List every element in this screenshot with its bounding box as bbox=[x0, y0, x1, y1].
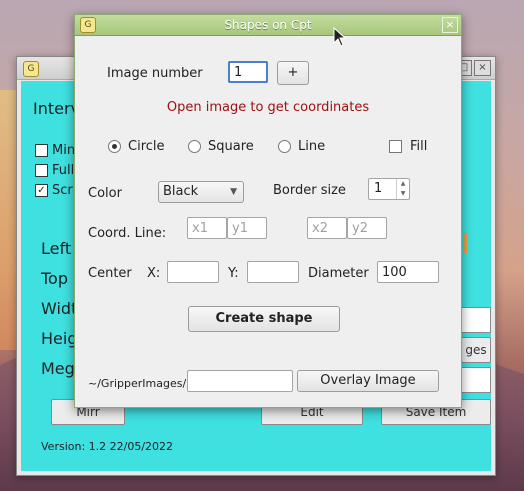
dialog-title: Shapes on Cpt bbox=[224, 18, 312, 32]
version-text: Version: 1.2 22/05/2022 bbox=[41, 440, 174, 453]
y2-input[interactable]: y2 bbox=[347, 217, 387, 239]
overlay-filename-input[interactable] bbox=[187, 370, 293, 392]
coord-line-label: Coord. Line: bbox=[88, 226, 167, 241]
diameter-input[interactable]: 100 bbox=[377, 261, 439, 283]
top-label: Top bbox=[41, 269, 68, 288]
dialog-titlebar[interactable]: G Shapes on Cpt × bbox=[75, 15, 461, 36]
images-button[interactable]: ges bbox=[461, 337, 491, 363]
center-x-label: X: bbox=[147, 266, 161, 281]
orange-marker bbox=[463, 233, 467, 253]
status-message: Open image to get coordinates bbox=[166, 100, 370, 115]
color-select[interactable]: Black ▼ bbox=[158, 181, 244, 203]
spinner-arrows-icon[interactable]: ▲ ▼ bbox=[396, 179, 409, 199]
width-label: Widt bbox=[41, 299, 78, 318]
line-radio[interactable]: Line bbox=[278, 139, 325, 154]
full-checkbox[interactable]: Full bbox=[35, 163, 74, 178]
center-y-label: Y: bbox=[228, 266, 239, 281]
image-number-input[interactable]: 1 bbox=[228, 61, 268, 83]
height-label: Heig bbox=[41, 329, 78, 348]
color-label: Color bbox=[88, 186, 122, 201]
border-size-spinner[interactable]: 1 ▲ ▼ bbox=[368, 178, 410, 200]
overlay-image-button[interactable]: Overlay Image bbox=[297, 370, 439, 392]
x1-input[interactable]: x1 bbox=[187, 217, 227, 239]
close-icon[interactable]: × bbox=[442, 17, 458, 33]
min-checkbox[interactable]: Min bbox=[35, 143, 75, 158]
square-radio[interactable]: Square bbox=[188, 139, 254, 154]
close-icon[interactable]: × bbox=[474, 60, 491, 76]
circle-radio[interactable]: Circle bbox=[108, 139, 165, 154]
right-field-1[interactable] bbox=[461, 307, 491, 333]
left-label: Left bbox=[41, 239, 72, 258]
screen-checkbox[interactable]: ✓ Scr bbox=[35, 183, 73, 198]
right-field-2[interactable] bbox=[461, 367, 491, 393]
y1-input[interactable]: y1 bbox=[227, 217, 267, 239]
fill-checkbox[interactable]: Fill bbox=[389, 139, 427, 154]
center-x-input[interactable] bbox=[167, 261, 219, 283]
path-label: ~/GripperImages/ bbox=[88, 377, 187, 390]
app-logo-icon: G bbox=[23, 61, 39, 77]
chevron-down-icon: ▼ bbox=[230, 187, 237, 197]
center-label: Center bbox=[88, 266, 132, 281]
diameter-label: Diameter bbox=[308, 266, 369, 281]
image-number-label: Image number bbox=[107, 66, 203, 81]
shapes-dialog: G Shapes on Cpt × Image number 1 + Open … bbox=[74, 14, 462, 408]
interval-label: Interv bbox=[33, 99, 81, 118]
mouse-cursor-icon bbox=[333, 27, 347, 47]
border-size-label: Border size bbox=[273, 183, 346, 198]
center-y-input[interactable] bbox=[247, 261, 299, 283]
increment-image-button[interactable]: + bbox=[277, 61, 309, 85]
create-shape-button[interactable]: Create shape bbox=[188, 306, 340, 332]
x2-input[interactable]: x2 bbox=[307, 217, 347, 239]
mega-label: Meg bbox=[41, 359, 75, 378]
